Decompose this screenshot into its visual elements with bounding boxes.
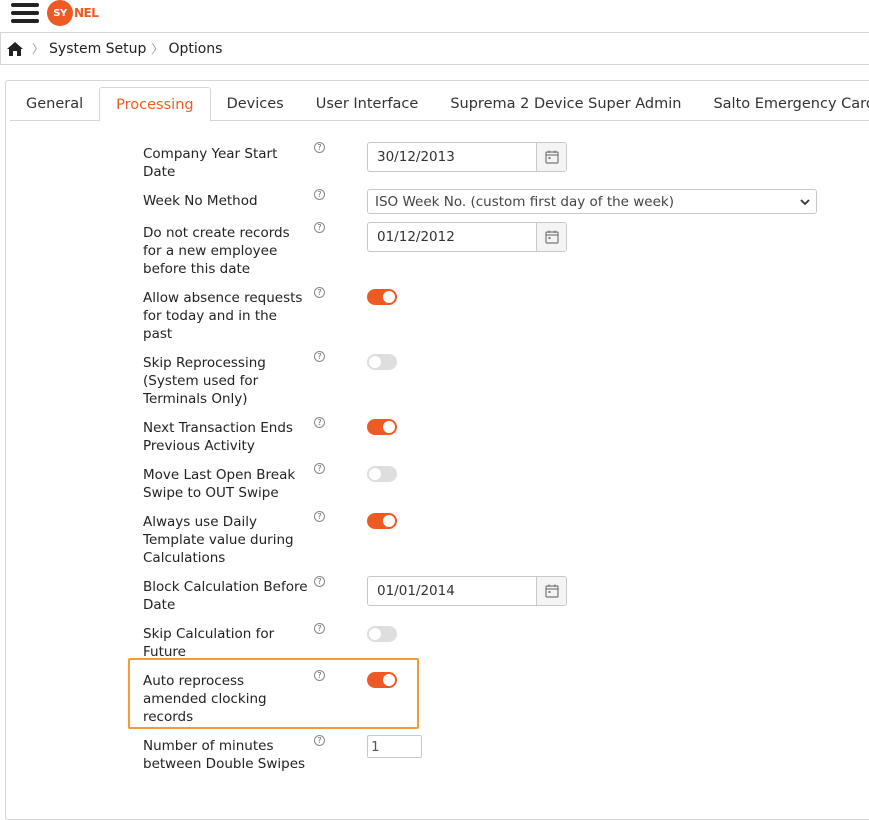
no-records-before-label: Do not create records for a new employee… [143, 225, 290, 277]
tab-salto-emergency-cards[interactable]: Salto Emergency Cards [697, 87, 869, 121]
breadcrumb-chevron-icon: 〉 [32, 42, 45, 56]
move-last-break-toggle[interactable] [367, 466, 397, 482]
help-icon[interactable]: ? [314, 142, 325, 153]
skip-reprocessing-label: Skip Reprocessing (System used for Termi… [143, 355, 266, 407]
chevron-down-icon [800, 199, 810, 206]
skip-calc-future-toggle[interactable] [367, 626, 397, 642]
tab-suprema-2-device-super-admin[interactable]: Suprema 2 Device Super Admin [434, 87, 697, 121]
top-bar: SY NEL [0, 0, 869, 30]
no-records-before-value[interactable]: 01/12/2012 [368, 229, 536, 245]
next-transaction-label: Next Transaction Ends Previous Activity [143, 420, 293, 454]
toggle-knob [369, 628, 381, 640]
toggle-knob [369, 356, 381, 368]
help-icon[interactable]: ? [314, 670, 325, 681]
toggle-knob [369, 468, 381, 480]
breadcrumb: 〉 System Setup 〉 Options [0, 32, 869, 65]
block-calc-date-input[interactable]: 01/01/2014 [367, 576, 567, 606]
breadcrumb-chevron-icon: 〉 [151, 42, 164, 56]
next-transaction-toggle[interactable] [367, 419, 397, 435]
tab-devices[interactable]: Devices [211, 87, 300, 121]
calendar-icon[interactable] [536, 223, 566, 251]
calendar-icon[interactable] [536, 143, 566, 171]
help-icon[interactable]: ? [314, 623, 325, 634]
company-year-start-label: Company Year Start Date [143, 146, 278, 180]
week-no-method-label: Week No Method [143, 193, 258, 209]
week-no-method-value: ISO Week No. (custom first day of the we… [375, 193, 675, 210]
block-calc-value[interactable]: 01/01/2014 [368, 583, 536, 599]
tab-general[interactable]: General [10, 87, 99, 121]
tab-bar: General Processing Devices User Interfac… [10, 87, 869, 122]
help-icon[interactable]: ? [314, 511, 325, 522]
synel-logo: SY NEL [47, 0, 99, 26]
breadcrumb-options: Options [168, 40, 223, 57]
double-swipes-label: Number of minutes between Double Swipes [143, 738, 306, 772]
skip-calc-future-label: Skip Calculation for Future [143, 626, 275, 660]
help-icon[interactable]: ? [314, 576, 325, 587]
help-icon[interactable]: ? [314, 417, 325, 428]
company-year-start-date-input[interactable]: 30/12/2013 [367, 142, 567, 172]
logo-disc: SY [47, 0, 73, 26]
block-calc-label: Block Calculation Before Date [143, 579, 308, 613]
double-swipes-input[interactable]: 1 [367, 735, 422, 758]
toggle-knob [383, 291, 395, 303]
toggle-knob [383, 421, 395, 433]
breadcrumb-system-setup[interactable]: System Setup [49, 41, 146, 57]
help-icon[interactable]: ? [314, 735, 325, 746]
auto-reprocess-toggle[interactable] [367, 672, 397, 688]
logo-text: NEL [74, 6, 99, 20]
skip-reprocessing-toggle[interactable] [367, 354, 397, 370]
help-icon[interactable]: ? [314, 351, 325, 362]
move-last-break-label: Move Last Open Break Swipe to OUT Swipe [143, 467, 296, 501]
help-icon[interactable]: ? [314, 189, 325, 200]
toggle-knob [383, 674, 395, 686]
tab-processing[interactable]: Processing [99, 87, 211, 122]
allow-absence-toggle[interactable] [367, 289, 397, 305]
auto-reprocess-label: Auto reprocess amended clocking records [143, 673, 267, 725]
tab-user-interface[interactable]: User Interface [300, 87, 435, 121]
daily-template-label: Always use Daily Template value during C… [143, 514, 294, 566]
help-icon[interactable]: ? [314, 287, 325, 298]
allow-absence-label: Allow absence requests for today and in … [143, 290, 303, 342]
no-records-before-date-input[interactable]: 01/12/2012 [367, 222, 567, 252]
help-icon[interactable]: ? [314, 463, 325, 474]
calendar-icon[interactable] [536, 577, 566, 605]
daily-template-toggle[interactable] [367, 513, 397, 529]
help-icon[interactable]: ? [314, 222, 325, 233]
toggle-knob [383, 515, 395, 527]
company-year-start-value[interactable]: 30/12/2013 [368, 149, 536, 165]
home-icon[interactable] [7, 41, 23, 56]
hamburger-menu-icon[interactable] [11, 2, 39, 24]
week-no-method-select[interactable]: ISO Week No. (custom first day of the we… [367, 189, 817, 214]
